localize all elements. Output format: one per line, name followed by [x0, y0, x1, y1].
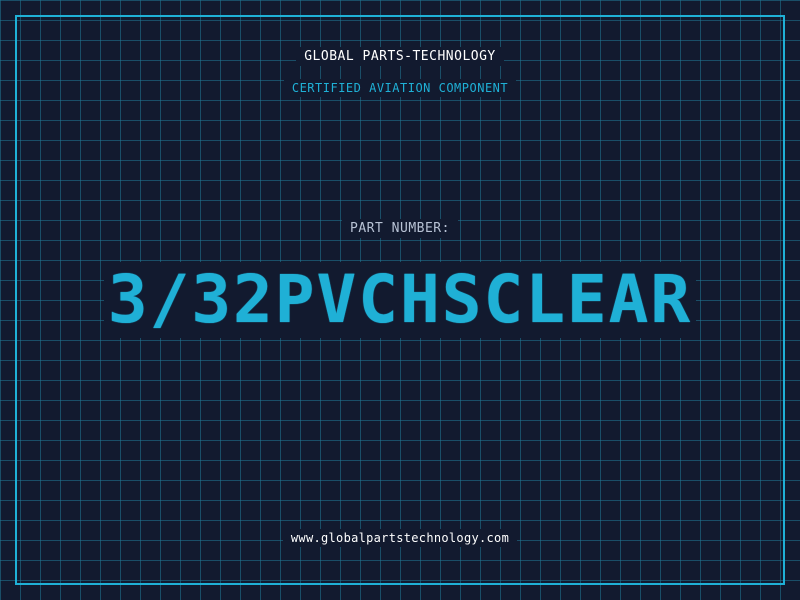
part-number-label-row: PART NUMBER:	[0, 219, 800, 238]
part-number-row: 3/32PVCHSCLEAR	[0, 262, 800, 338]
part-card: GLOBAL PARTS-TECHNOLOGY CERTIFIED AVIATI…	[0, 0, 800, 600]
company-name: GLOBAL PARTS-TECHNOLOGY	[296, 47, 504, 66]
subtitle-row: CERTIFIED AVIATION COMPONENT	[0, 79, 800, 97]
part-number-value: 3/32PVCHSCLEAR	[103, 262, 697, 338]
company-header: GLOBAL PARTS-TECHNOLOGY	[0, 47, 800, 66]
footer-row: www.globalpartstechnology.com	[0, 529, 800, 547]
part-number-label: PART NUMBER:	[342, 219, 458, 238]
website-url: www.globalpartstechnology.com	[282, 529, 518, 547]
certification-subtitle: CERTIFIED AVIATION COMPONENT	[283, 79, 517, 97]
